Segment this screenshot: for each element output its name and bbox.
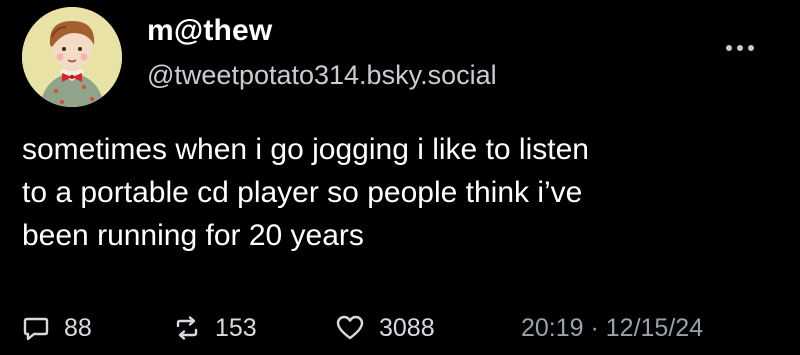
like-count: 3088 xyxy=(379,313,435,342)
repost-button[interactable]: 153 xyxy=(173,308,257,348)
post-text: sometimes when i go jogging i like to li… xyxy=(22,128,772,257)
post-card: m@thew @tweetpotato314.bsky.social somet… xyxy=(0,0,800,355)
ellipsis-icon xyxy=(726,45,754,51)
comment-icon xyxy=(23,317,49,341)
avatar[interactable] xyxy=(22,7,122,107)
display-name[interactable]: m@thew xyxy=(147,14,272,48)
post-actions: 88 153 3088 20:19 · 12/15/24 xyxy=(22,308,782,348)
avatar-illustration-icon xyxy=(22,7,122,107)
like-button[interactable]: 3088 xyxy=(335,308,435,348)
heart-icon xyxy=(336,315,364,340)
more-options-button[interactable] xyxy=(720,36,760,60)
post-text-line: been running for 20 years xyxy=(22,219,364,252)
post-text-line: sometimes when i go jogging i like to li… xyxy=(22,133,589,166)
repost-icon xyxy=(176,316,198,340)
reply-count: 88 xyxy=(64,313,92,342)
reply-button[interactable]: 88 xyxy=(22,308,92,348)
repost-count: 153 xyxy=(215,313,257,342)
post-timestamp[interactable]: 20:19 · 12/15/24 xyxy=(521,308,703,348)
user-handle[interactable]: @tweetpotato314.bsky.social xyxy=(147,60,497,91)
post-text-line: to a portable cd player so people think … xyxy=(22,176,583,209)
